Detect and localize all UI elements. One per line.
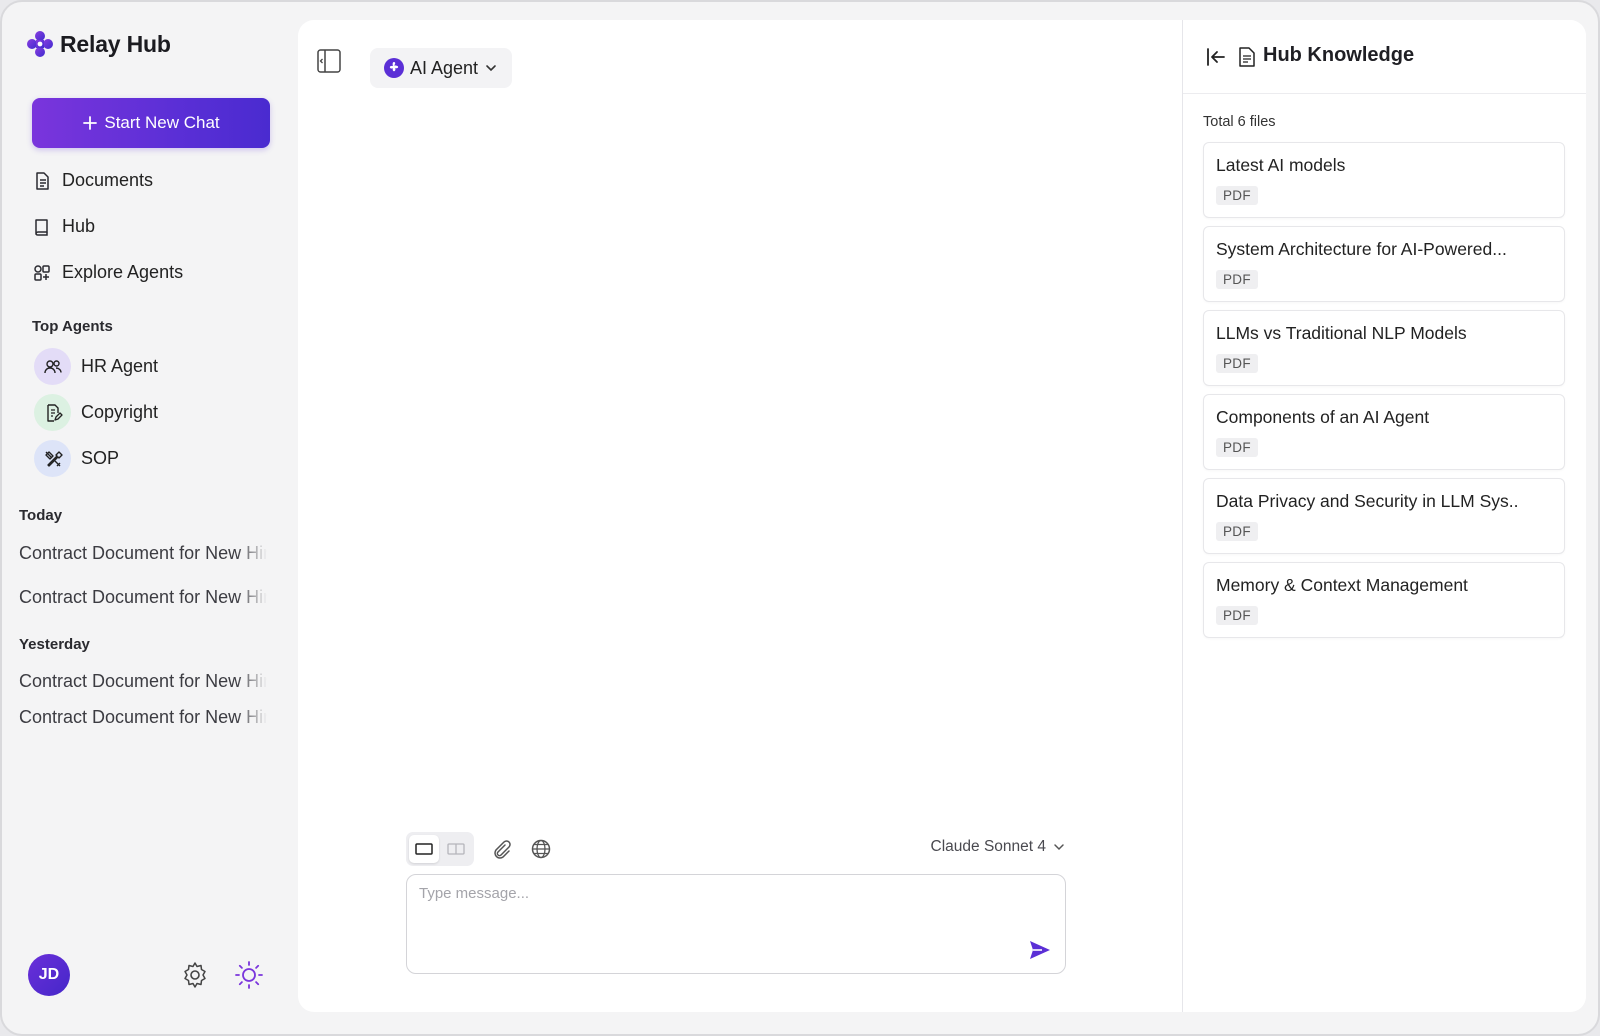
- agent-selector-dropdown[interactable]: AI Agent: [370, 48, 513, 88]
- collapse-panel-icon[interactable]: [1205, 46, 1227, 68]
- knowledge-file-card[interactable]: System Architecture for AI-Powered... PD…: [1203, 226, 1565, 302]
- view-mode-toggle: [406, 832, 474, 866]
- file-name: LLMs vs Traditional NLP Models: [1216, 323, 1467, 343]
- single-panel-icon: [415, 843, 433, 855]
- hr-agent-avatar: [34, 348, 71, 385]
- sun-theme-icon[interactable]: [234, 960, 264, 990]
- top-agents-heading: Top Agents: [32, 318, 113, 335]
- book-icon: [35, 218, 48, 236]
- document-edit-icon: [46, 403, 63, 422]
- user-avatar[interactable]: JD: [28, 954, 70, 996]
- nav-hub-label: Hub: [62, 216, 96, 236]
- app-name: Relay Hub: [60, 30, 171, 57]
- split-panel-icon: [447, 843, 465, 855]
- history-item[interactable]: Contract Document for New Hire: [19, 707, 267, 728]
- file-type-badge: PDF: [1216, 438, 1258, 457]
- message-composer: [406, 874, 1066, 974]
- knowledge-file-card[interactable]: Data Privacy and Security in LLM Sys.. P…: [1203, 478, 1565, 554]
- nav-explore-agents[interactable]: Explore Agents: [32, 262, 183, 283]
- grid-icon: [34, 264, 50, 281]
- settings-gear-icon[interactable]: [180, 960, 210, 990]
- app-window: Relay Hub Start New Chat Documents Hub E…: [0, 0, 1600, 1036]
- knowledge-title: Hub Knowledge: [1263, 44, 1415, 66]
- app-logo[interactable]: Relay Hub: [26, 30, 171, 58]
- file-name: Latest AI models: [1216, 155, 1346, 175]
- knowledge-file-count: Total 6 files: [1203, 114, 1276, 130]
- history-item[interactable]: Contract Document for New Hire: [19, 543, 267, 564]
- file-type-badge: PDF: [1216, 522, 1258, 541]
- agent-sop[interactable]: SOP: [34, 440, 119, 477]
- hub-knowledge-panel: Hub Knowledge Total 6 files Latest AI mo…: [1182, 20, 1586, 1012]
- file-type-badge: PDF: [1216, 186, 1258, 205]
- file-name: Components of an AI Agent: [1216, 407, 1430, 427]
- chevron-down-icon: [486, 65, 496, 72]
- history-item[interactable]: Contract Document for New Hire: [19, 587, 267, 608]
- chevron-down-icon: [1054, 844, 1064, 851]
- file-name: System Architecture for AI-Powered...: [1216, 239, 1507, 259]
- start-new-chat-label: Start New Chat: [104, 113, 220, 132]
- model-selector[interactable]: Claude Sonnet 4: [931, 838, 1066, 856]
- single-view-button[interactable]: [409, 835, 439, 863]
- today-heading: Today: [19, 507, 63, 524]
- sidebar: Relay Hub Start New Chat Documents Hub E…: [2, 2, 298, 1034]
- yesterday-heading: Yesterday: [19, 636, 90, 653]
- sop-agent-avatar: [34, 440, 71, 477]
- split-view-button[interactable]: [441, 835, 471, 863]
- history-item[interactable]: Contract Document for New Hire: [19, 671, 267, 692]
- agent-hr[interactable]: HR Agent: [34, 348, 158, 385]
- nav-documents[interactable]: Documents: [32, 170, 153, 191]
- agent-selector-label: AI Agent: [410, 57, 479, 78]
- agent-copyright[interactable]: Copyright: [34, 394, 158, 431]
- globe-icon[interactable]: [530, 838, 552, 860]
- nav-hub[interactable]: Hub: [32, 216, 95, 237]
- ai-agent-logo-icon: [384, 58, 404, 78]
- plus-icon: [83, 116, 98, 130]
- document-icon: [36, 171, 49, 190]
- knowledge-file-card[interactable]: Memory & Context Management PDF: [1203, 562, 1565, 638]
- file-type-badge: PDF: [1216, 270, 1258, 289]
- main-panel: AI Agent Claude Sonnet 4 Type message...…: [298, 20, 1586, 1012]
- nav-documents-label: Documents: [62, 170, 154, 190]
- document-icon: [1239, 47, 1255, 67]
- knowledge-file-card[interactable]: Latest AI models PDF: [1203, 142, 1565, 218]
- message-input[interactable]: [419, 885, 1019, 955]
- copyright-agent-avatar: [34, 394, 71, 431]
- tools-icon: [44, 450, 63, 467]
- file-type-badge: PDF: [1216, 606, 1258, 625]
- model-selector-label: Claude Sonnet 4: [930, 838, 1046, 855]
- start-new-chat-button[interactable]: Start New Chat: [32, 98, 270, 148]
- knowledge-header: Hub Knowledge: [1183, 20, 1586, 94]
- composer-toolbar: Claude Sonnet 4: [406, 832, 1066, 868]
- file-name: Memory & Context Management: [1216, 575, 1468, 595]
- file-type-badge: PDF: [1216, 354, 1258, 373]
- users-icon: [43, 359, 62, 373]
- relay-hub-logo-icon: [27, 31, 53, 57]
- knowledge-file-card[interactable]: LLMs vs Traditional NLP Models PDF: [1203, 310, 1565, 386]
- paperclip-icon[interactable]: [490, 838, 512, 860]
- agent-sop-label: SOP: [81, 448, 120, 468]
- nav-explore-agents-label: Explore Agents: [62, 262, 184, 282]
- knowledge-file-card[interactable]: Components of an AI Agent PDF: [1203, 394, 1565, 470]
- sidebar-toggle-icon[interactable]: [316, 48, 342, 74]
- agent-copyright-label: Copyright: [81, 402, 159, 422]
- send-icon[interactable]: [1027, 937, 1053, 963]
- file-name: Data Privacy and Security in LLM Sys..: [1216, 491, 1519, 511]
- agent-hr-label: HR Agent: [81, 356, 159, 376]
